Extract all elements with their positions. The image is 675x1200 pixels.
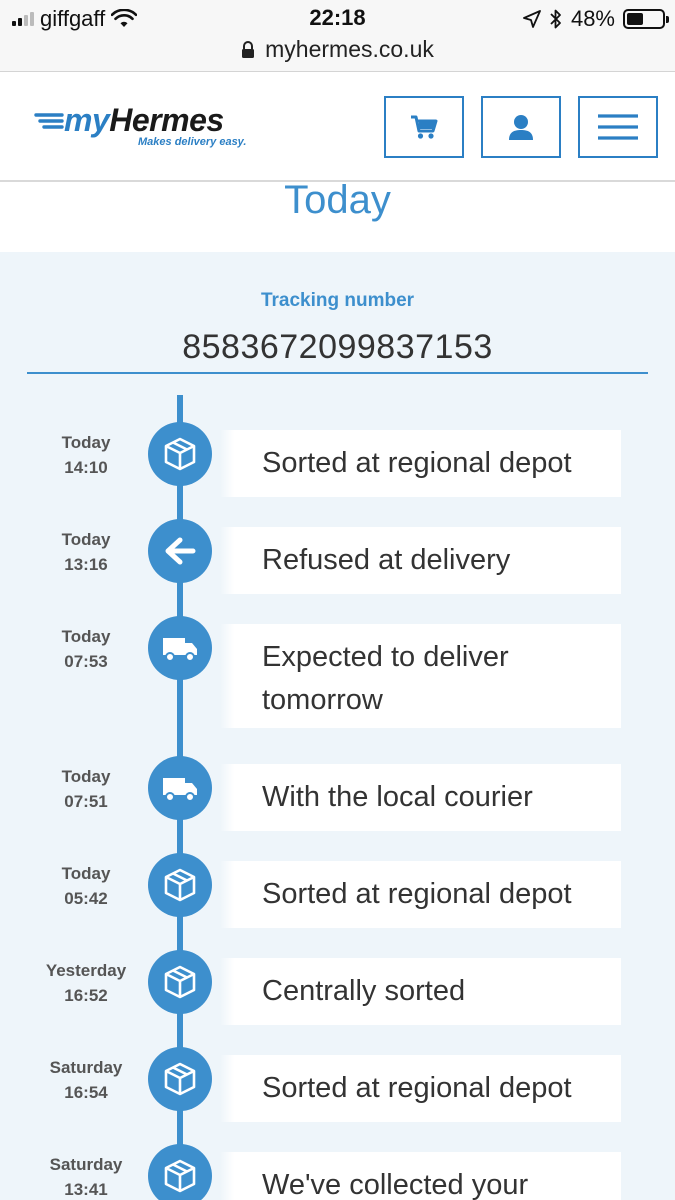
event-description: Expected to deliver tomorrow: [262, 641, 509, 716]
event-description-card: Centrally sorted: [220, 958, 621, 1025]
bluetooth-icon: [550, 9, 561, 29]
parcel-box-icon: [164, 868, 196, 902]
event-time: 07:53: [64, 652, 108, 671]
account-button[interactable]: [481, 96, 561, 158]
parcel-box-icon: [164, 965, 196, 999]
page-heading: Today: [0, 182, 675, 252]
event-description-card: With the local courier: [220, 764, 621, 831]
parcel-box-icon: [164, 1159, 196, 1193]
tracking-timeline: Today 14:10 Sorted at regional depot Tod…: [0, 395, 675, 1200]
tracking-number-section: Tracking number 8583672099837153: [0, 252, 675, 402]
battery-icon: [623, 9, 669, 29]
event-time: 13:16: [64, 555, 108, 574]
event-time: 16:52: [64, 986, 108, 1005]
event-timestamp: Today 13:16: [30, 527, 142, 577]
event-day: Today: [61, 530, 111, 549]
event-description: With the local courier: [262, 781, 533, 813]
event-description-card: Sorted at regional depot: [220, 430, 621, 497]
myhermes-logo[interactable]: myHermes Makes delivery easy.: [34, 102, 264, 162]
event-day: Today: [61, 767, 111, 786]
parcel-box-icon: [164, 437, 196, 471]
event-timestamp: Today 14:10: [30, 430, 142, 480]
event-description-card: Expected to deliver tomorrow: [220, 624, 621, 728]
event-day: Saturday: [49, 1058, 123, 1077]
tracking-number-label: Tracking number: [260, 290, 415, 311]
site-header: myHermes Makes delivery easy.: [0, 72, 675, 182]
event-day: Yesterday: [45, 961, 127, 980]
user-icon: [509, 115, 533, 140]
event-day: Today: [61, 627, 111, 646]
event-icon-circle: [148, 616, 212, 680]
event-timestamp: Saturday 16:54: [30, 1055, 142, 1105]
event-time: 13:41: [64, 1180, 108, 1199]
arrow-left-icon: [165, 537, 196, 565]
url-text: myhermes.co.uk: [265, 36, 434, 62]
event-timestamp: Today 07:53: [30, 624, 142, 674]
event-description-card: We've collected your: [220, 1152, 621, 1200]
event-icon-circle: [148, 1144, 212, 1200]
event-day: Today: [61, 433, 111, 452]
tracking-divider: [27, 372, 648, 374]
event-icon-circle: [148, 756, 212, 820]
event-icon-circle: [148, 853, 212, 917]
event-description: Sorted at regional depot: [262, 1072, 572, 1104]
event-description-card: Sorted at regional depot: [220, 861, 621, 928]
event-icon-circle: [148, 950, 212, 1014]
event-time: 07:51: [64, 792, 108, 811]
delivery-van-icon: [163, 778, 197, 802]
hamburger-menu-icon: [598, 114, 638, 140]
delivery-van-icon: [163, 638, 197, 662]
event-time: 16:54: [64, 1083, 108, 1102]
logo-tagline: Makes delivery easy.: [138, 136, 247, 148]
event-description: We've collected your: [262, 1169, 529, 1200]
status-indicators: 48%: [523, 6, 669, 32]
address-bar[interactable]: myhermes.co.uk: [0, 36, 675, 63]
event-icon-circle: [148, 519, 212, 583]
menu-button[interactable]: [578, 96, 658, 158]
event-timestamp: Today 07:51: [30, 764, 142, 814]
event-description: Centrally sorted: [262, 975, 466, 1007]
event-timestamp: Saturday 13:41: [30, 1152, 142, 1200]
parcel-box-icon: [164, 1062, 196, 1096]
event-time: 14:10: [64, 458, 108, 477]
speed-lines-icon: [34, 113, 64, 129]
shopping-cart-icon: [411, 115, 438, 139]
basket-button[interactable]: [384, 96, 464, 158]
ios-status-bar: giffgaff 22:18 48% myhermes.co.uk: [0, 0, 675, 72]
tracking-number-value: 8583672099837153: [182, 328, 493, 366]
event-description-card: Sorted at regional depot: [220, 1055, 621, 1122]
event-day: Saturday: [49, 1155, 123, 1174]
location-arrow-icon: [523, 10, 541, 28]
event-description: Sorted at regional depot: [262, 447, 572, 479]
event-description: Sorted at regional depot: [262, 878, 572, 910]
event-timestamp: Today 05:42: [30, 861, 142, 911]
event-icon-circle: [148, 422, 212, 486]
logo-wordmark: myHermes: [64, 102, 224, 138]
event-day: Today: [61, 864, 111, 883]
event-icon-circle: [148, 1047, 212, 1111]
lock-icon: [242, 40, 255, 58]
event-description-card: Refused at delivery: [220, 527, 621, 594]
event-timestamp: Yesterday 16:52: [30, 958, 142, 1008]
event-time: 05:42: [64, 889, 108, 908]
event-description: Refused at delivery: [262, 544, 511, 576]
battery-percentage: 48%: [570, 6, 615, 31]
